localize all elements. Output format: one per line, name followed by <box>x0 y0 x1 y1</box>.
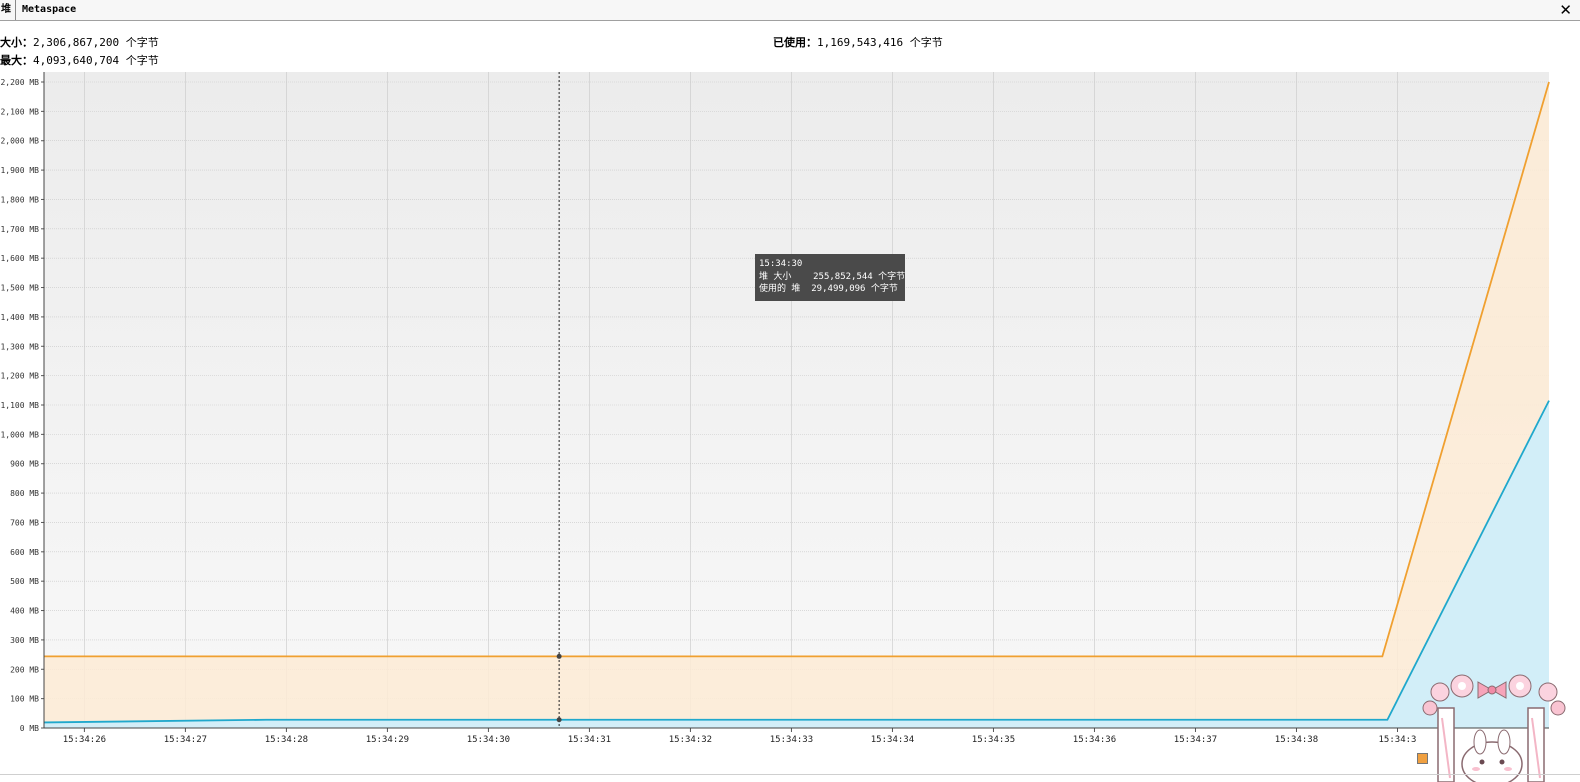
y-tick-label: 1,500 MB <box>0 284 39 293</box>
max-unit: 个字节 <box>125 54 159 67</box>
used-value: 1,169,543,416 <box>817 36 904 49</box>
y-tick-label: 0 MB <box>20 724 39 733</box>
x-tick-label: 15:34:32 <box>669 735 712 745</box>
x-tick-label: 15:34:35 <box>972 735 1015 745</box>
used-label: 已使用： <box>773 36 817 49</box>
close-icon[interactable]: ✕ <box>1559 1 1572 19</box>
chart-tooltip: 15:34:30 堆 大小 255,852,544 个字节 使用的 堆 29,4… <box>755 254 905 301</box>
x-tick-label: 15:34:29 <box>366 735 409 745</box>
tooltip-row1-label: 堆 大小 <box>759 271 792 282</box>
tooltip-time: 15:34:30 <box>759 259 803 269</box>
x-tick-label: 15:34:3 <box>1379 735 1417 745</box>
y-tick-label: 600 MB <box>10 548 39 557</box>
y-tick-label: 1,300 MB <box>0 342 39 351</box>
y-tick-label: 400 MB <box>10 607 39 616</box>
x-tick-label: 15:34:28 <box>265 735 308 745</box>
y-tick-label: 1,200 MB <box>0 372 39 381</box>
y-tick-label: 2,200 MB <box>0 78 39 87</box>
x-tick-label: 15:34:26 <box>63 735 106 745</box>
y-tick-label: 1,400 MB <box>0 313 39 322</box>
x-tick-label: 15:34:34 <box>871 735 914 745</box>
size-unit: 个字节 <box>125 36 159 49</box>
y-tick-label: 1,900 MB <box>0 166 39 175</box>
plot-background <box>44 72 1549 728</box>
x-tick-label: 15:34:38 <box>1275 735 1318 745</box>
y-tick-label: 2,000 MB <box>0 137 39 146</box>
x-tick-label: 15:34:36 <box>1073 735 1116 745</box>
y-tick-label: 1,000 MB <box>0 430 39 439</box>
tooltip-row2-value: 29,499,096 个字节 <box>811 284 898 294</box>
size-stat: 大小：2,306,867,200 个字节 <box>0 34 159 50</box>
y-tick-label: 500 MB <box>10 577 39 586</box>
y-tick-label: 1,700 MB <box>0 225 39 234</box>
x-tick-label: 15:34:33 <box>770 735 813 745</box>
y-tick-label: 900 MB <box>10 460 39 469</box>
used-unit: 个字节 <box>909 36 943 49</box>
size-label: 大小： <box>0 36 33 49</box>
x-tick-label: 15:34:27 <box>164 735 207 745</box>
crosshair-point <box>556 653 562 659</box>
y-tick-label: 1,600 MB <box>0 254 39 263</box>
y-tick-label: 1,800 MB <box>0 195 39 204</box>
tab-metaspace[interactable]: Metaspace <box>16 0 1580 20</box>
size-value: 2,306,867,200 <box>33 36 120 49</box>
used-stat: 已使用：1,169,543,416 个字节 <box>773 34 943 50</box>
max-label: 最大： <box>0 54 33 67</box>
tooltip-row1-value: 255,852,544 个字节 <box>813 271 906 282</box>
y-tick-label: 100 MB <box>10 695 39 704</box>
y-tick-label: 1,100 MB <box>0 401 39 410</box>
y-tick-label: 200 MB <box>10 665 39 674</box>
y-tick-label: 300 MB <box>10 636 39 645</box>
x-tick-label: 15:34:31 <box>568 735 611 745</box>
y-tick-label: 700 MB <box>10 518 39 527</box>
tab-bar: 堆 Metaspace ✕ <box>0 0 1580 21</box>
max-value: 4,093,640,704 <box>33 54 120 67</box>
max-stat: 最大：4,093,640,704 个字节 <box>0 52 159 68</box>
x-tick-label: 15:34:30 <box>467 735 510 745</box>
y-tick-label: 800 MB <box>10 489 39 498</box>
tab-heap[interactable]: 堆 <box>0 0 16 20</box>
tooltip-row2-label: 使用的 堆 <box>759 284 801 294</box>
y-tick-label: 2,100 MB <box>0 107 39 116</box>
x-tick-label: 15:34:37 <box>1174 735 1217 745</box>
crosshair-point <box>556 717 562 723</box>
bottom-border <box>0 774 1580 775</box>
mascot-decoration <box>1422 674 1566 782</box>
memory-chart[interactable]: 0 MB 100 MB 200 MB 300 MB 400 MB 500 MB 600 MB… <box>0 72 1580 752</box>
